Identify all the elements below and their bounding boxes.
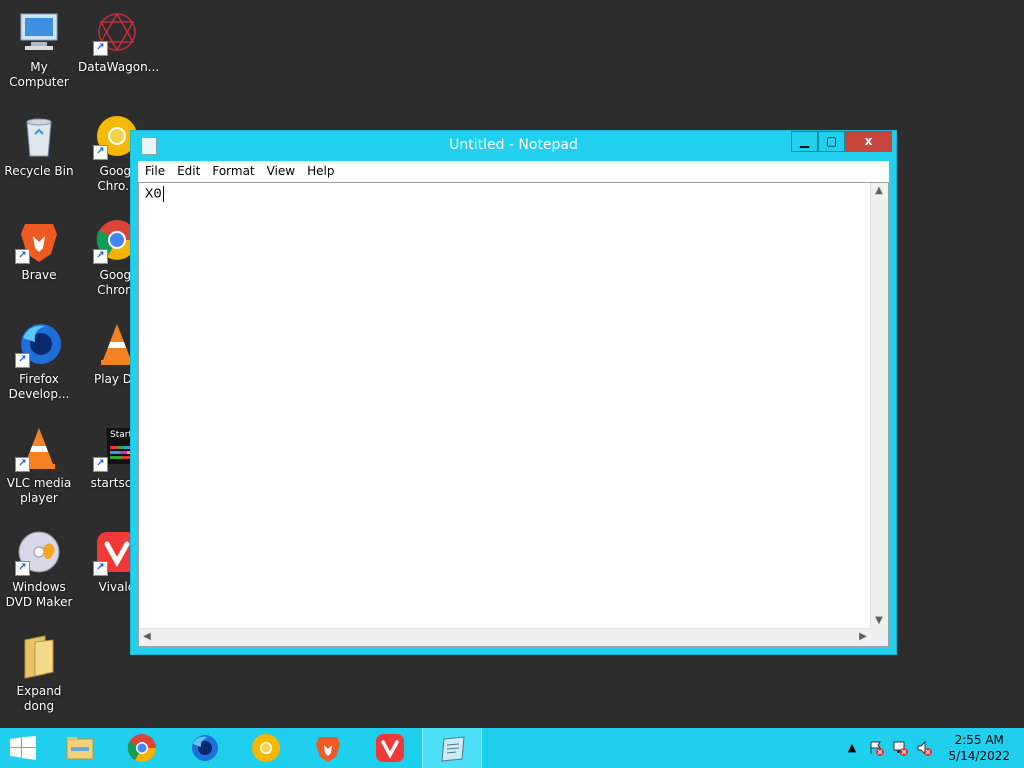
window-title: Untitled - Notepad [449, 137, 578, 153]
startscreen-thumb-text: Start [110, 430, 132, 440]
desktop-icon-firefox-developer[interactable]: ↗ Firefox Develop... [0, 320, 78, 402]
shortcut-arrow-icon: ↗ [93, 457, 108, 472]
editor-content: X0 [145, 186, 162, 203]
system-tray: ▲ 2:55 AM 5/14/2022 [844, 728, 1024, 768]
desktop-icon-label: Expand dong [16, 684, 62, 713]
clock-date: 5/14/2022 [948, 749, 1010, 763]
shortcut-arrow-icon: ↗ [15, 249, 30, 264]
desktop-icon-vlc[interactable]: ↗ VLC media player [0, 424, 78, 506]
clock[interactable]: 2:55 AM 5/14/2022 [948, 732, 1010, 764]
taskbar-chrome[interactable] [112, 728, 172, 768]
desktop-icon-expand-dong[interactable]: Expand dong [0, 632, 78, 714]
taskbar-vivaldi[interactable] [360, 728, 420, 768]
menu-edit[interactable]: Edit [171, 161, 206, 182]
minimize-button[interactable]: ▁ [791, 131, 818, 152]
computer-icon [15, 8, 63, 56]
clock-time: 2:55 AM [954, 733, 1004, 747]
network-icon[interactable] [892, 740, 908, 756]
shortcut-arrow-icon: ↗ [15, 457, 30, 472]
show-hidden-icons-icon[interactable]: ▲ [844, 740, 860, 756]
desktop-icon-label: DataWagon... [78, 60, 160, 74]
shortcut-arrow-icon: ↗ [15, 561, 30, 576]
taskbar-brave[interactable] [298, 728, 358, 768]
maximize-button[interactable]: ▢ [818, 131, 845, 152]
taskbar-firefox-developer[interactable] [174, 728, 234, 768]
desktop-icon-label: My Computer [9, 60, 69, 89]
vivaldi-icon [376, 734, 404, 762]
text-editor[interactable]: X0 ▲ ▼ ◀ ▶ [138, 182, 889, 647]
desktop-icon-label: VLC media player [6, 476, 72, 505]
title-bar[interactable]: Untitled - Notepad ▁ ▢ x [131, 131, 896, 161]
shortcut-arrow-icon: ↗ [93, 41, 108, 56]
chrome-icon [127, 734, 156, 762]
recycle-bin-icon [15, 112, 63, 160]
file-explorer-icon [66, 737, 94, 760]
desktop-icon-label: Brave [21, 268, 57, 282]
taskbar-chrome-canary[interactable] [236, 728, 296, 768]
firefox-dev-icon: ↗ [15, 320, 63, 368]
editor-text[interactable]: X0 [145, 186, 164, 203]
desktop-icon-label: Recycle Bin [4, 164, 74, 178]
scroll-down-icon[interactable]: ▼ [871, 613, 887, 629]
shortcut-arrow-icon: ↗ [15, 353, 30, 368]
desktop-icon-label: Firefox Develop... [8, 372, 70, 401]
volume-muted-icon[interactable] [916, 740, 932, 756]
action-center-icon[interactable] [868, 740, 884, 756]
chrome-canary-icon [252, 734, 280, 762]
taskbar-file-explorer[interactable] [50, 728, 110, 768]
dvd-maker-icon: ↗ [15, 528, 63, 576]
notepad-window[interactable]: Untitled - Notepad ▁ ▢ x File Edit Format V… [130, 130, 897, 655]
scroll-up-icon[interactable]: ▲ [871, 183, 887, 199]
text-caret [162, 186, 164, 202]
folder-icon [15, 632, 63, 680]
desktop-icon-datawagon[interactable]: ↗ DataWagon... [78, 8, 160, 75]
shortcut-arrow-icon: ↗ [93, 145, 108, 160]
firefox-dev-icon [192, 735, 218, 761]
brave-icon [316, 737, 340, 762]
windows-logo-icon [10, 736, 36, 760]
vlc-icon: ↗ [15, 424, 63, 472]
scroll-right-icon[interactable]: ▶ [855, 629, 871, 645]
menu-help[interactable]: Help [301, 161, 340, 182]
menu-view[interactable]: View [261, 161, 301, 182]
taskbar: ▲ 2:55 AM 5/14/2022 [0, 728, 1024, 768]
shortcut-arrow-icon: ↗ [93, 561, 108, 576]
taskbar-notepad[interactable] [422, 728, 482, 768]
close-button[interactable]: x [845, 131, 892, 152]
horizontal-scrollbar[interactable]: ◀ ▶ [139, 628, 871, 646]
notepad-icon [441, 736, 465, 762]
desktop-icon-my-computer[interactable]: My Computer [0, 8, 78, 90]
desktop-icon-recycle-bin[interactable]: Recycle Bin [0, 112, 78, 179]
menu-format[interactable]: Format [206, 161, 260, 182]
scrollbar-corner [871, 629, 888, 646]
desktop-icon-brave[interactable]: ↗ Brave [0, 216, 78, 283]
shortcut-arrow-icon: ↗ [93, 249, 108, 264]
vertical-scrollbar[interactable]: ▲ ▼ [870, 183, 888, 629]
desktop-icon-label: Windows DVD Maker [5, 580, 73, 609]
menu-file[interactable]: File [139, 161, 171, 182]
start-button[interactable] [0, 728, 50, 768]
brave-icon: ↗ [15, 216, 63, 264]
menu-bar: File Edit Format View Help [138, 161, 889, 183]
desktop-icon-windows-dvd-maker[interactable]: ↗ Windows DVD Maker [0, 528, 78, 610]
scroll-left-icon[interactable]: ◀ [139, 629, 155, 645]
datawagon-icon: ↗ [93, 8, 141, 56]
